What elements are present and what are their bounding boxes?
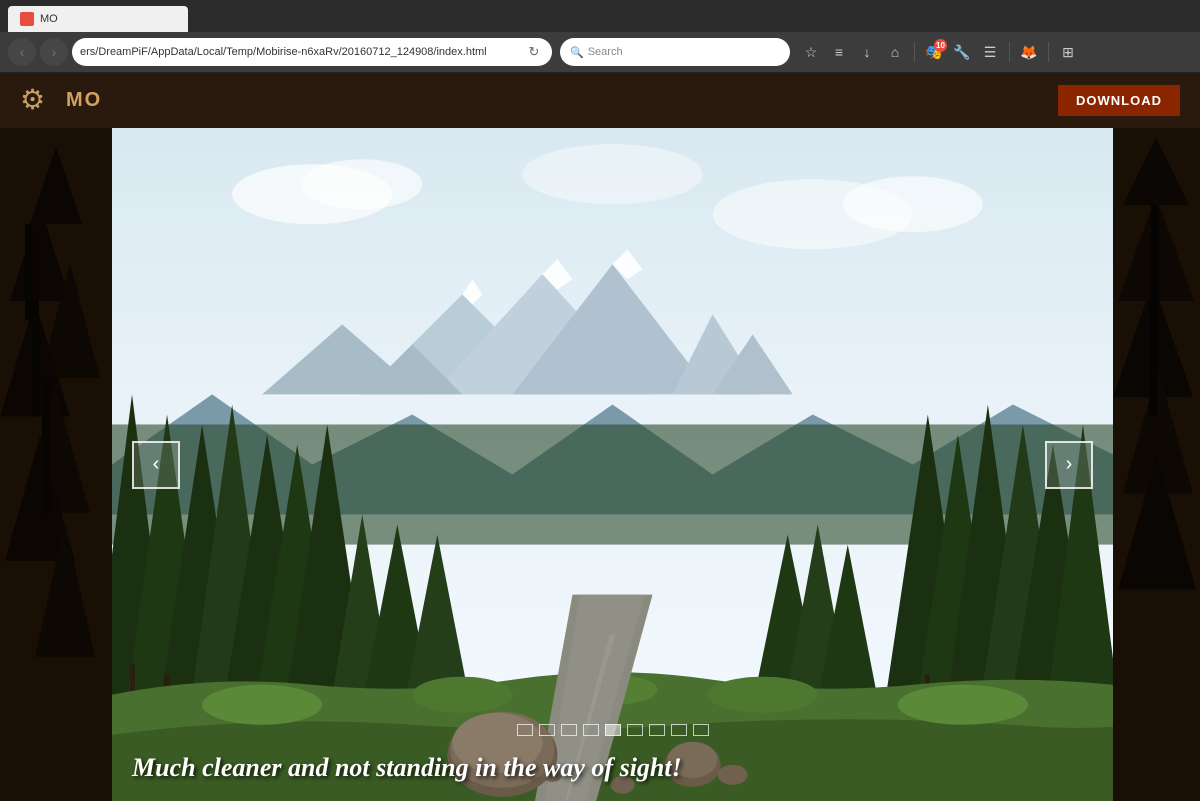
notification-icon[interactable]: 🎭 10 — [923, 41, 945, 63]
tab-favicon — [20, 12, 34, 26]
indicator-5[interactable] — [605, 724, 621, 736]
address-bar[interactable]: ers/DreamPiF/AppData/Local/Temp/Mobirise… — [72, 38, 552, 66]
separator3 — [1048, 42, 1049, 62]
browser-chrome: MO ‹ › ers/DreamPiF/AppData/Local/Temp/M… — [0, 0, 1200, 73]
back-button[interactable]: ‹ — [8, 38, 36, 66]
search-placeholder: Search — [588, 46, 623, 58]
indicator-2[interactable] — [539, 724, 555, 736]
separator2 — [1009, 42, 1010, 62]
carousel-container: ‹ › Much cleaner and not standing in the… — [112, 128, 1113, 801]
carousel-caption: Much cleaner and not standing in the way… — [112, 745, 1113, 791]
indicator-9[interactable] — [693, 724, 709, 736]
browser-tab[interactable]: MO — [8, 6, 188, 32]
home-icon[interactable]: ⌂ — [884, 41, 906, 63]
indicator-1[interactable] — [517, 724, 533, 736]
caption-text: Much cleaner and not standing in the way… — [132, 753, 682, 782]
carousel-image — [112, 128, 1113, 801]
tab-label: MO — [40, 13, 58, 25]
address-text: ers/DreamPiF/AppData/Local/Temp/Mobirise… — [80, 46, 520, 58]
indicator-4[interactable] — [583, 724, 599, 736]
toolbar-icons: ☆ ≡ ↓ ⌂ 🎭 10 🔧 ☰ 🦊 ⊞ — [800, 41, 1079, 63]
reader-icon[interactable]: ≡ — [828, 41, 850, 63]
gear-icon: ⚙ — [20, 83, 56, 119]
logo-text: MO — [66, 89, 102, 112]
indicator-6[interactable] — [627, 724, 643, 736]
prev-arrow-icon: ‹ — [153, 453, 160, 476]
browser-toolbar: ‹ › ers/DreamPiF/AppData/Local/Temp/Mobi… — [0, 32, 1200, 72]
download-icon[interactable]: ↓ — [856, 41, 878, 63]
extra-icon[interactable]: 🦊 — [1018, 41, 1040, 63]
bookmark-icon[interactable]: ☆ — [800, 41, 822, 63]
next-arrow-icon: › — [1066, 453, 1073, 476]
indicator-7[interactable] — [649, 724, 665, 736]
app-logo: ⚙ MO — [20, 83, 102, 119]
tab-bar: MO — [0, 0, 1200, 32]
download-button[interactable]: DOWNLOAD — [1058, 85, 1180, 116]
notification-badge: 10 — [934, 39, 947, 52]
extensions-icon[interactable]: 🔧 — [951, 41, 973, 63]
left-sidebar — [0, 128, 112, 801]
forward-button[interactable]: › — [40, 38, 68, 66]
reload-button[interactable]: ↻ — [524, 42, 544, 62]
right-sidebar — [1113, 128, 1200, 801]
carousel-indicators — [517, 724, 709, 736]
indicator-8[interactable] — [671, 724, 687, 736]
apps-icon[interactable]: ⊞ — [1057, 41, 1079, 63]
menu-icon[interactable]: ☰ — [979, 41, 1001, 63]
separator — [914, 42, 915, 62]
search-icon: 🔍 — [570, 46, 584, 59]
indicator-3[interactable] — [561, 724, 577, 736]
search-bar[interactable]: 🔍 Search — [560, 38, 790, 66]
app-container: ⚙ MO DOWNLOAD — [0, 73, 1200, 801]
app-header: ⚙ MO DOWNLOAD — [0, 73, 1200, 128]
carousel-prev-button[interactable]: ‹ — [132, 441, 180, 489]
sidebar-image-left — [0, 128, 112, 801]
carousel-next-button[interactable]: › — [1045, 441, 1093, 489]
